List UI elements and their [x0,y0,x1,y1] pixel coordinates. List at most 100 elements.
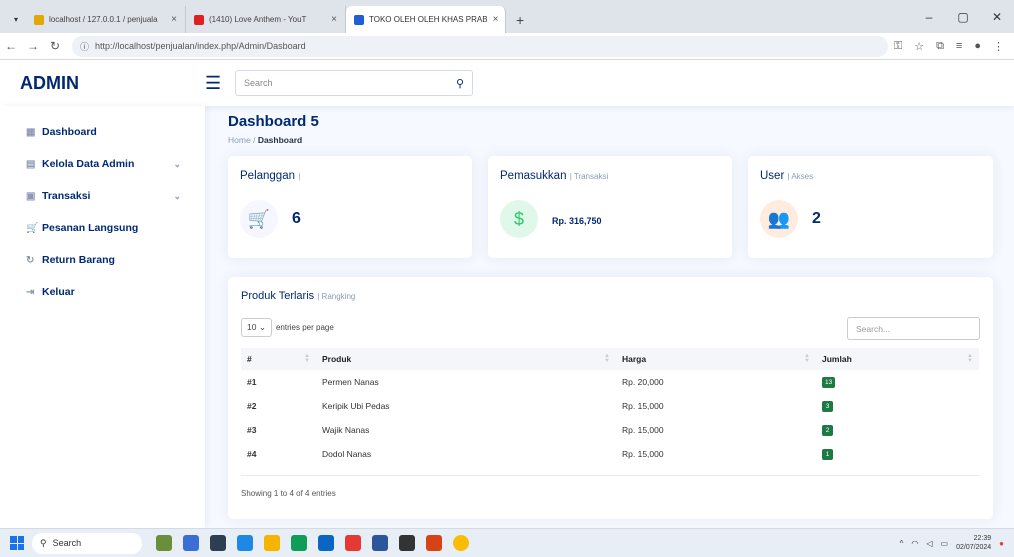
forward-icon[interactable]: → [22,39,44,53]
battery-icon[interactable]: ▭ [941,539,949,548]
search-placeholder: Search [244,78,273,88]
tab-favicon-icon [354,14,364,25]
card-subtitle: | [298,172,301,181]
task-view-icon[interactable] [210,535,226,551]
column-header[interactable]: Jumlah ▲ ▼ [816,348,979,370]
close-window-button[interactable]: ✕ [980,10,1014,24]
refresh-icon: ↻ [26,254,35,266]
tab-close-icon[interactable]: × [331,14,337,25]
browser-tab[interactable]: TOKO OLEH OLEH KHAS PRAB × [346,6,506,33]
cell-jumlah: 2 [816,418,979,442]
clock-time: 22:39 [973,535,992,542]
windows-start-icon[interactable] [10,536,24,550]
column-label: Produk [322,354,352,364]
pemasukkan-card: Pemasukkan | Transaksi $ Rp. 316,750 [488,156,732,258]
url-field[interactable]: ⓘ http://localhost/penjualan/index.php/A… [72,35,888,57]
cell-harga: Rp. 15,000 [622,449,664,459]
cart-icon: 🛒 [240,200,278,238]
jumlah-badge: 1 [822,449,833,460]
clock[interactable]: 22:39 02/07/2024 [956,534,991,552]
terminal-icon[interactable] [399,535,415,551]
minimize-button[interactable]: – [912,10,946,24]
tab-favicon-icon [34,14,44,25]
sidebar-item-keluar[interactable]: ⇥ Keluar [0,276,205,308]
bookmark-star-icon[interactable]: ☆ [914,40,924,53]
browser-menu-icon[interactable]: ⋮ [993,40,1004,53]
entries-select[interactable]: 10 ⌄ [241,318,272,337]
breadcrumb-current: Dashboard [257,135,303,145]
card-value: Rp. 316,750 [552,216,602,226]
tab-close-icon[interactable]: × [171,14,177,25]
cart-icon: 🛒 [26,222,39,234]
mail-icon[interactable] [318,535,334,551]
search-icon: ⚲ [40,537,47,548]
sidebar-item-dashboard[interactable]: ▦ Dashboard [0,116,205,148]
copilot-icon[interactable] [183,535,199,551]
sidebar-item-transaksi[interactable]: ▣ Transaksi ⌄ [0,180,205,212]
table-row: #2 Keripik Ubi Pedas Rp. 15,000 3 [241,394,979,418]
file-icon: ▤ [26,158,36,170]
sidebar-item-label: Kelola Data Admin [42,158,135,170]
reading-list-icon[interactable]: ≡ [956,40,962,53]
store-icon[interactable] [237,535,253,551]
produk-table: # ▲ ▼ Produk ▲ ▼ Harga ▲ ▼ Jumlah ▲ ▼ #1 Permen Nana… [241,348,979,466]
card-title: Pemasukkan [500,170,567,182]
tab-favicon-icon [194,14,204,25]
table-info: Showing 1 to 4 of 4 entries [241,489,336,498]
sidebar-item-return-barang[interactable]: ↻ Return Barang [0,244,205,276]
new-tab-button[interactable]: + [506,6,534,33]
maximize-button[interactable]: ▢ [946,10,980,24]
card-subtitle: | Akses [787,172,814,181]
dollar-icon: $ [500,200,538,238]
widgets-icon[interactable] [156,535,172,551]
breadcrumb-separator: / [253,135,256,145]
cell-produk: Permen Nanas [322,377,379,387]
logo[interactable]: ADMIN [0,73,205,94]
sidebar-item-pesanan-langsung[interactable]: 🛒 Pesanan Langsung [0,212,205,244]
sort-icon: ▲ ▼ [804,353,810,364]
search-input[interactable]: Search ⚲ [235,70,473,96]
password-key-icon[interactable]: ⚿ [894,40,902,53]
tab-search-icon[interactable]: ▾ [6,6,26,33]
app-icon[interactable] [345,535,361,551]
browser-tab[interactable]: (1410) Love Anthem - YouT × [186,6,346,33]
office-icon[interactable] [426,535,442,551]
cell-produk: Keripik Ubi Pedas [322,401,390,411]
column-label: # [247,354,252,364]
entries-value: 10 [247,322,257,332]
column-header[interactable]: # ▲ ▼ [241,348,316,370]
site-info-icon[interactable]: ⓘ [80,40,89,53]
volume-icon[interactable]: ◁ [926,539,932,548]
tray-chevron-icon[interactable]: ^ [900,539,904,548]
search-icon[interactable]: ⚲ [456,77,464,90]
notification-icon[interactable]: ● [999,539,1004,548]
column-header[interactable]: Harga ▲ ▼ [616,348,816,370]
column-header[interactable]: Produk ▲ ▼ [316,348,616,370]
wifi-icon[interactable]: ◠ [911,539,918,548]
breadcrumb-home[interactable]: Home [228,135,251,145]
cell-rank: #1 [247,377,257,387]
tab-close-icon[interactable]: × [493,14,499,25]
address-bar: ← → ↻ ⓘ http://localhost/penjualan/index… [0,33,1014,60]
taskbar-search[interactable]: ⚲ Search [32,532,142,554]
url-text: http://localhost/penjualan/index.php/Adm… [95,41,306,51]
reload-icon[interactable]: ↻ [44,39,66,53]
extensions-icon[interactable]: ⧉ [936,40,944,53]
chrome-icon[interactable] [453,535,469,551]
back-icon[interactable]: ← [0,39,22,53]
sidebar-item-kelola-data-admin[interactable]: ▤ Kelola Data Admin ⌄ [0,148,205,180]
cell-harga: Rp. 15,000 [622,425,664,435]
tab-title: TOKO OLEH OLEH KHAS PRAB [369,15,488,24]
file-explorer-icon[interactable] [264,535,280,551]
table-search-input[interactable]: Search... [847,317,980,340]
sort-icon: ▲ ▼ [967,353,973,364]
clock-date: 02/07/2024 [956,544,992,551]
card-subtitle: | Transaksi [569,172,609,181]
word-icon[interactable] [372,535,388,551]
menu-toggle-icon[interactable]: ☰ [205,73,231,94]
card-title: Pelanggan [240,170,295,182]
profile-avatar-icon[interactable]: ● [974,40,981,53]
card-value: 2 [812,210,821,227]
browser-tab[interactable]: localhost / 127.0.0.1 / penjuala × [26,6,186,33]
edge-icon[interactable] [291,535,307,551]
